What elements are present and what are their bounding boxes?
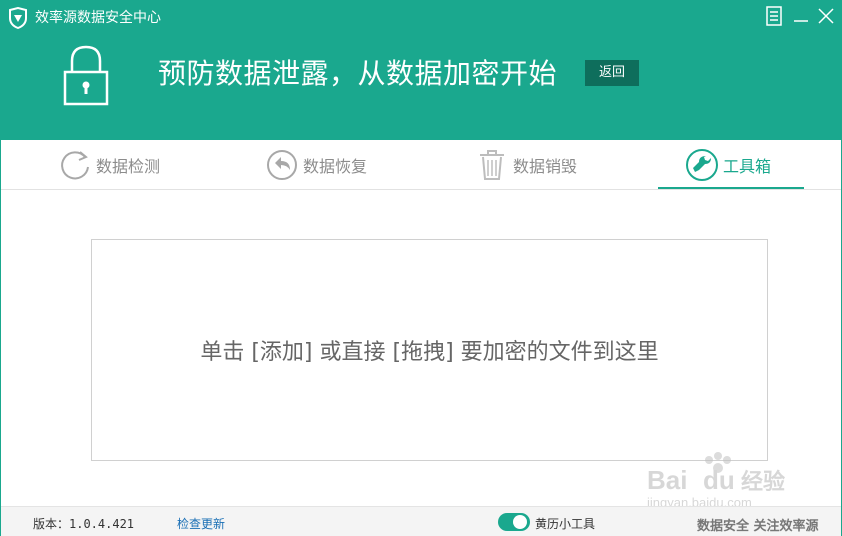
status-bar: 版本：1.0.4.421 检查更新 黄历小工具 数据安全 关注效率源	[1, 506, 841, 536]
close-icon[interactable]	[816, 5, 836, 27]
toggle-knob	[513, 515, 527, 529]
tab-data-detect[interactable]: 数据检测	[58, 140, 160, 190]
svg-text:Bai: Bai	[647, 465, 687, 495]
tab-data-destroy[interactable]: 数据销毁	[475, 140, 577, 190]
undo-icon	[267, 150, 297, 180]
header-banner: 效率源数据安全中心 预防数据泄露，从数据加密开始 返回	[1, 1, 841, 140]
tab-label: 数据销毁	[513, 157, 578, 176]
svg-text:du: du	[703, 465, 735, 495]
active-tab-indicator	[658, 187, 804, 189]
menu-icon[interactable]	[764, 5, 784, 27]
tab-toolbox[interactable]: 工具箱	[685, 140, 771, 190]
app-title: 效率源数据安全中心	[35, 10, 161, 26]
app-window: 效率源数据安全中心 预防数据泄露，从数据加密开始 返回 数据检测 数据恢复 数据…	[0, 0, 842, 536]
lock-icon	[63, 45, 109, 106]
tab-data-recover[interactable]: 数据恢复	[265, 140, 367, 190]
drop-hint: 单击 [添加] 或直接 [拖拽] 要加密的文件到这里	[200, 340, 659, 365]
file-drop-zone[interactable]: 单击 [添加] 或直接 [拖拽] 要加密的文件到这里	[91, 239, 768, 461]
check-update-link[interactable]: 检查更新	[177, 515, 225, 532]
calendar-toggle[interactable]	[498, 513, 530, 531]
footer-slogan: 数据安全 关注效率源	[697, 519, 819, 534]
svg-text:经验: 经验	[741, 469, 785, 495]
minimize-icon[interactable]	[791, 5, 811, 27]
tab-label: 工具箱	[723, 157, 772, 176]
version-text: 版本：1.0.4.421	[33, 517, 135, 531]
wrench-icon	[686, 149, 718, 181]
baidu-watermark: Bai du 经验 jingyan.baidu.com	[646, 452, 785, 509]
tab-bar: 数据检测 数据恢复 数据销毁 工具箱	[1, 140, 841, 190]
back-button[interactable]: 返回	[585, 60, 639, 86]
page-slogan: 预防数据泄露，从数据加密开始	[158, 57, 558, 90]
trash-icon	[480, 150, 504, 180]
tab-label: 数据恢复	[303, 157, 368, 176]
tab-label: 数据检测	[96, 157, 161, 176]
app-logo-icon	[9, 7, 27, 29]
calendar-tool-label: 黄历小工具	[535, 517, 596, 531]
refresh-icon	[61, 151, 89, 180]
